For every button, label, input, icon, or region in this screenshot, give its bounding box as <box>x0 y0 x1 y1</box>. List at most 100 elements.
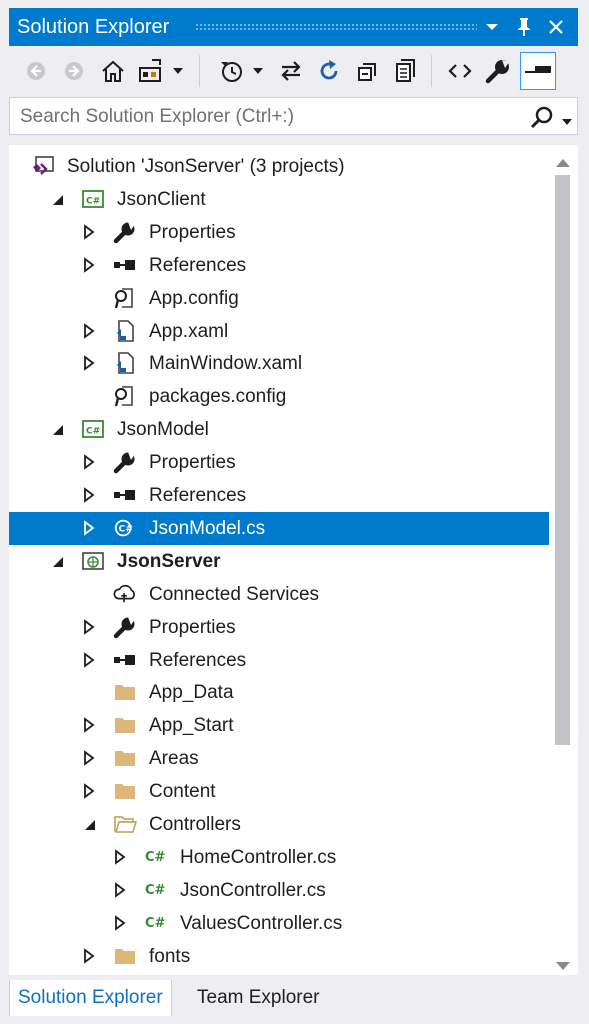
tree-item[interactable]: App.config <box>9 282 549 315</box>
collapsed-arrow-icon[interactable] <box>83 322 99 339</box>
expanded-arrow-icon[interactable] <box>51 553 67 569</box>
csharp-project-icon: C# <box>81 188 105 210</box>
tree-item[interactable]: Areas <box>9 742 549 775</box>
collapsed-arrow-icon[interactable] <box>83 947 99 964</box>
tree-item[interactable]: App_Data <box>9 676 549 709</box>
tree-item[interactable]: JsonServer <box>9 545 549 578</box>
tree-item-label: App_Data <box>149 682 234 704</box>
back-icon[interactable] <box>21 55 51 87</box>
tree-item[interactable]: Connected Services <box>9 578 549 611</box>
vertical-scrollbar[interactable] <box>549 145 578 975</box>
tree-item-label: App.xaml <box>149 320 229 342</box>
tree-item-label: Connected Services <box>149 583 320 605</box>
bottom-tab-strip: Solution Explorer Team Explorer <box>9 980 578 1016</box>
config-file-icon <box>113 385 137 407</box>
search-input[interactable] <box>18 104 502 130</box>
tree-item-label: MainWindow.xaml <box>149 353 303 375</box>
tree-item[interactable]: C# JsonController.cs <box>9 874 549 907</box>
tree-item[interactable]: Solution 'JsonServer' (3 projects) <box>9 150 549 183</box>
collapsed-arrow-icon[interactable] <box>83 783 99 799</box>
tree-item[interactable]: App_Start <box>9 709 549 742</box>
refresh-icon[interactable] <box>314 55 344 87</box>
tree-item[interactable]: fonts <box>9 940 549 973</box>
references-icon <box>113 254 137 276</box>
tree-item[interactable]: App.xaml <box>9 315 549 348</box>
collapsed-arrow-icon[interactable] <box>83 454 99 470</box>
tree-item[interactable]: References <box>9 644 549 677</box>
tree-item[interactable]: Properties <box>9 216 549 249</box>
collapsed-arrow-icon[interactable] <box>83 520 99 536</box>
tree-item-label: JsonModel.cs <box>149 517 266 539</box>
wrench-icon <box>113 451 137 474</box>
tree-item[interactable]: Content <box>9 775 549 808</box>
switch-views-icon[interactable] <box>137 55 167 87</box>
collapsed-arrow-icon[interactable] <box>83 651 99 668</box>
tree-item[interactable]: C# JsonModel <box>9 413 549 446</box>
forward-icon[interactable] <box>59 55 89 87</box>
tree-item-label: JsonController.cs <box>180 879 326 901</box>
tree-item[interactable]: Controllers <box>9 808 549 841</box>
scroll-down-icon[interactable] <box>556 958 570 976</box>
csharp-file-icon: C# <box>113 517 137 539</box>
tree-item[interactable]: C# HomeController.cs <box>9 841 549 874</box>
scrollbar-thumb[interactable] <box>555 175 570 745</box>
tree-item-label: Properties <box>149 616 236 638</box>
tab-team-explorer[interactable]: Team Explorer <box>189 980 328 1016</box>
csharp-code-icon: C# <box>144 879 168 901</box>
tree-item-label: Controllers <box>149 814 241 835</box>
folder-icon <box>113 780 137 802</box>
tree-item[interactable]: Properties <box>9 611 549 644</box>
collapsed-arrow-icon[interactable] <box>114 881 130 898</box>
home-icon[interactable] <box>98 55 128 87</box>
tree-item[interactable]: C# JsonClient <box>9 183 549 216</box>
pending-changes-filter-icon[interactable] <box>217 55 247 87</box>
search-options-dropdown-icon[interactable] <box>562 112 572 130</box>
sync-active-document-icon[interactable] <box>276 55 306 87</box>
tree-item[interactable]: Properties <box>9 446 549 479</box>
tab-solution-explorer[interactable]: Solution Explorer <box>9 980 172 1016</box>
close-icon[interactable] <box>543 14 569 40</box>
preview-selected-items-icon[interactable] <box>520 52 556 90</box>
switch-views-dropdown-icon[interactable] <box>169 55 187 87</box>
expanded-arrow-icon[interactable] <box>51 421 67 437</box>
window-title: Solution Explorer <box>17 16 170 38</box>
wrench-icon <box>113 221 137 244</box>
expanded-arrow-icon[interactable] <box>83 816 99 832</box>
connected-services-icon <box>113 583 137 605</box>
collapsed-arrow-icon[interactable] <box>83 223 99 240</box>
web-project-icon <box>81 550 105 572</box>
solution-icon <box>31 155 55 177</box>
filter-dropdown-icon[interactable] <box>249 55 267 87</box>
collapsed-arrow-icon[interactable] <box>83 750 99 766</box>
collapse-all-icon[interactable] <box>353 55 383 87</box>
expanded-arrow-icon[interactable] <box>51 191 67 207</box>
collapsed-arrow-icon[interactable] <box>83 487 99 503</box>
tree-item[interactable]: References <box>9 249 549 282</box>
title-grip[interactable] <box>195 23 477 30</box>
svg-text:C#: C# <box>145 883 166 898</box>
collapsed-arrow-icon[interactable] <box>114 914 130 931</box>
folder-icon <box>113 747 137 769</box>
show-all-files-icon[interactable] <box>391 55 421 87</box>
properties-wrench-icon[interactable] <box>483 55 513 87</box>
collapsed-arrow-icon[interactable] <box>83 256 99 273</box>
view-code-icon[interactable] <box>445 55 475 87</box>
search-icon[interactable] <box>530 105 554 134</box>
tree-item[interactable]: MainWindow.xaml <box>9 347 549 380</box>
scroll-up-icon[interactable] <box>556 154 570 172</box>
collapsed-arrow-icon[interactable] <box>114 849 130 865</box>
tree-item[interactable]: C# JsonModel.cs <box>9 511 549 545</box>
config-file-icon <box>113 287 137 309</box>
tree-item[interactable]: packages.config <box>9 380 549 413</box>
tree-item[interactable]: References <box>9 479 549 512</box>
collapsed-arrow-icon[interactable] <box>83 355 99 372</box>
collapsed-arrow-icon[interactable] <box>83 717 99 734</box>
pin-icon[interactable] <box>511 14 537 40</box>
tree-item-label: Properties <box>149 221 236 243</box>
tree-item-label: Areas <box>149 748 199 770</box>
open-folder-icon <box>113 813 137 835</box>
collapsed-arrow-icon[interactable] <box>83 618 99 635</box>
tree-item[interactable]: C# ValuesController.cs <box>9 907 549 940</box>
dropdown-arrow-icon[interactable] <box>479 14 505 40</box>
tree-item-label: packages.config <box>149 386 287 408</box>
